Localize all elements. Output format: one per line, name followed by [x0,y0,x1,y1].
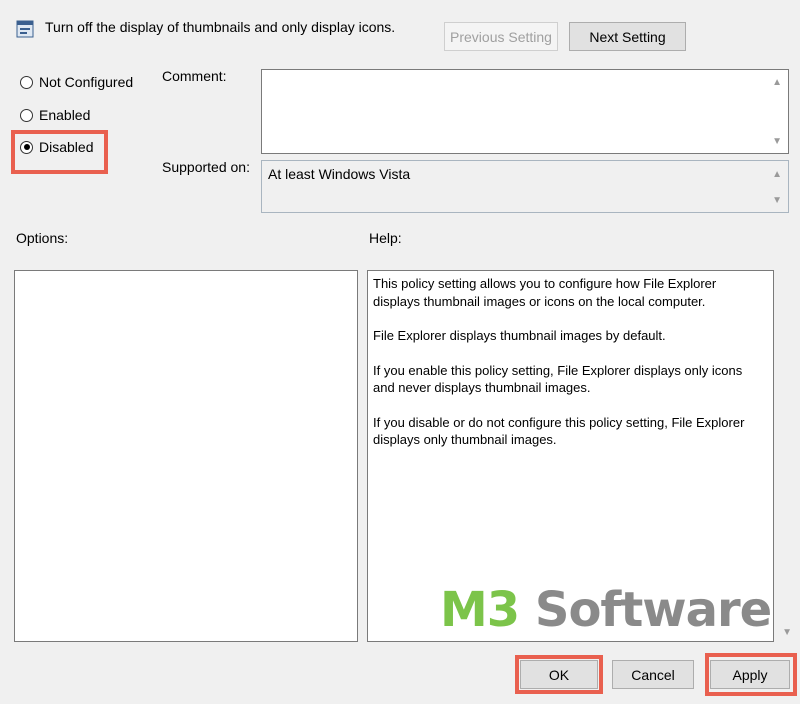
radio-label: Disabled [39,139,94,155]
supported-on-field: At least Windows Vista ▲ ▼ [261,160,789,213]
supported-on-value: At least Windows Vista [268,166,411,182]
help-paragraph: If you disable or do not configure this … [373,414,745,448]
radio-label: Enabled [39,107,91,123]
supported-on-label: Supported on: [162,159,250,175]
policy-settings-icon [16,20,34,38]
radio-label: Not Configured [39,74,134,90]
scroll-up-icon[interactable]: ▲ [772,78,782,88]
next-setting-button[interactable]: Next Setting [569,22,686,51]
scroll-up-icon[interactable]: ▲ [772,170,782,180]
ok-button[interactable]: OK [520,660,598,689]
options-label: Options: [16,230,69,246]
radio-button[interactable] [20,75,33,89]
radio-enabled[interactable]: Enabled [20,107,90,123]
comment-textarea[interactable]: ▲ ▼ [261,69,789,154]
m3-software-watermark: M3 Software [440,582,772,638]
help-label: Help: [369,230,402,246]
help-paragraph: File Explorer displays thumbnail images … [373,328,666,343]
policy-title: Turn off the display of thumbnails and o… [45,19,396,35]
help-paragraph: If you enable this policy setting, File … [373,362,743,396]
cancel-button[interactable]: Cancel [612,660,694,689]
comment-label: Comment: [162,68,227,84]
help-scroll-down-icon[interactable]: ▼ [782,628,792,638]
help-text: This policy setting allows you to config… [373,275,751,466]
radio-button-checked[interactable] [20,140,33,154]
radio-disabled[interactable]: Disabled [20,139,93,155]
radio-button[interactable] [20,108,33,122]
help-paragraph: This policy setting allows you to config… [373,276,717,309]
previous-setting-button[interactable]: Previous Setting [444,22,558,51]
apply-button[interactable]: Apply [710,660,790,689]
scroll-down-icon[interactable]: ▼ [772,196,782,206]
options-pane [14,270,358,642]
scroll-down-icon[interactable]: ▼ [772,137,782,147]
radio-not-configured[interactable]: Not Configured [20,74,133,90]
